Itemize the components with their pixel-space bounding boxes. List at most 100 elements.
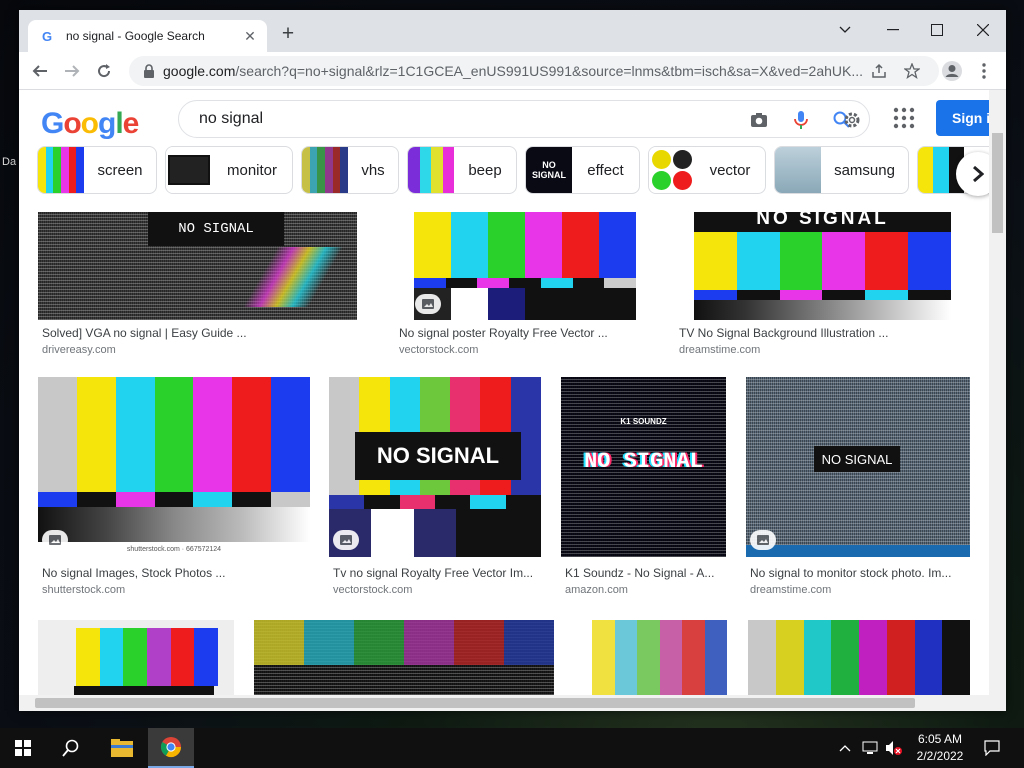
- result-card[interactable]: K1 SOUNDZ NO SIGNAL K1 Soundz - No Signa…: [561, 377, 726, 602]
- image-text: NO SIGNAL: [148, 212, 284, 246]
- chip-label: beep: [468, 161, 502, 179]
- chip-label: effect: [587, 161, 624, 179]
- windows-icon[interactable]: [0, 728, 46, 768]
- back-icon[interactable]: [28, 59, 52, 83]
- image-icon: [42, 530, 68, 550]
- result-image: NO SIGNAL: [329, 377, 541, 557]
- folder-icon[interactable]: [99, 728, 145, 768]
- chip-beep[interactable]: beep: [407, 146, 517, 194]
- scroll-thumb[interactable]: [992, 133, 1003, 233]
- result-source: vectorstock.com: [399, 344, 479, 356]
- tab-title: no signal - Google Search: [66, 29, 205, 43]
- image-text: NO SIGNAL: [355, 432, 521, 480]
- chip-label: monitor: [226, 161, 278, 179]
- taskbar: 6:05 AM 2/2/2022: [0, 728, 1024, 768]
- result-caption: No signal poster Royalty Free Vector ...: [399, 326, 608, 340]
- scroll-thumb[interactable]: [35, 698, 915, 708]
- clock[interactable]: 6:05 AM 2/2/2022: [910, 731, 970, 765]
- result-source: shutterstock.com: [42, 584, 126, 596]
- result-card[interactable]: [254, 620, 554, 695]
- chip-label: vector: [709, 161, 751, 179]
- result-image: [254, 620, 554, 695]
- menu-icon[interactable]: [972, 59, 996, 83]
- reload-icon[interactable]: [92, 59, 116, 83]
- result-card[interactable]: NO SIGNAL Solved] VGA no signal | Easy G…: [38, 212, 373, 362]
- chevron-up-icon[interactable]: [830, 728, 860, 768]
- chip-thumb: [775, 147, 821, 193]
- result-card[interactable]: [572, 620, 729, 695]
- chip-screen[interactable]: screen: [37, 146, 157, 194]
- result-card[interactable]: shutterstock.com · 667572124 No signal I…: [38, 377, 310, 602]
- apps-icon[interactable]: [892, 106, 916, 130]
- chip-thumb: [166, 147, 212, 193]
- result-source: dreamstime.com: [679, 344, 761, 356]
- chip-effect[interactable]: NO SIGNAL effect: [525, 146, 640, 194]
- tab-active[interactable]: G no signal - Google Search ✕: [28, 20, 267, 52]
- image-text: NO SIGNAL: [584, 449, 703, 474]
- address-bar[interactable]: google.com/search?q=no+signal&rlz=1C1GCE…: [129, 56, 939, 86]
- notification-icon[interactable]: [974, 728, 1010, 768]
- camera-icon[interactable]: [749, 110, 769, 130]
- result-card[interactable]: [748, 620, 970, 695]
- plus-icon[interactable]: +: [277, 23, 299, 46]
- lock-icon[interactable]: [141, 63, 157, 79]
- desktop-icon-label[interactable]: Da: [2, 156, 16, 168]
- chip-thumb: [649, 147, 695, 193]
- result-image: NO SIGNAL: [746, 377, 970, 557]
- result-image: shutterstock.com · 667572124: [38, 377, 310, 557]
- browser-window: G no signal - Google Search ✕ + google.c…: [19, 10, 1006, 711]
- profile-icon[interactable]: [940, 59, 964, 83]
- search-results-page: Google Sign in screen monitor vhs: [19, 90, 1006, 695]
- date: 2/2/2022: [916, 749, 964, 763]
- result-caption: No signal Images, Stock Photos ...: [42, 566, 226, 580]
- forward-icon[interactable]: [60, 59, 84, 83]
- result-image: NO SIGNAL: [38, 212, 357, 320]
- volume-muted-icon[interactable]: [882, 728, 906, 768]
- window-close-icon[interactable]: [970, 18, 996, 42]
- maximize-icon[interactable]: [924, 18, 950, 42]
- vertical-scrollbar[interactable]: [989, 90, 1006, 695]
- star-icon[interactable]: [904, 63, 920, 79]
- chip-vector[interactable]: vector: [648, 146, 766, 194]
- image-icon: [415, 294, 441, 314]
- result-caption: Tv no signal Royalty Free Vector Im...: [333, 566, 534, 580]
- result-image: [748, 620, 970, 695]
- chrome-icon[interactable]: [148, 728, 194, 768]
- minimize-icon[interactable]: [880, 18, 906, 42]
- mic-icon[interactable]: [791, 110, 811, 130]
- url-path: /search?q=no+signal&rlz=1C1GCEA_enUS991U…: [235, 63, 863, 79]
- close-icon[interactable]: ✕: [241, 28, 259, 45]
- search-taskbar-icon[interactable]: [48, 728, 94, 768]
- image-subtext: K1 SOUNDZ: [620, 417, 667, 426]
- share-icon[interactable]: [871, 63, 887, 79]
- image-icon: [333, 530, 359, 550]
- result-source: vectorstock.com: [333, 584, 413, 596]
- result-image: [572, 620, 729, 695]
- search-input[interactable]: [199, 110, 719, 128]
- google-logo[interactable]: Google: [41, 107, 139, 141]
- image-text: NO SIGNAL: [814, 446, 900, 472]
- tab-strip: G no signal - Google Search ✕ +: [19, 10, 1006, 52]
- result-caption: Solved] VGA no signal | Easy Guide ...: [42, 326, 247, 340]
- result-image: K1 SOUNDZ NO SIGNAL: [561, 377, 726, 557]
- result-card[interactable]: No signal poster Royalty Free Vector ...…: [395, 212, 665, 362]
- horizontal-scrollbar[interactable]: [19, 695, 1006, 711]
- result-card[interactable]: NO SIGNAL TV No Signal Background Illust…: [675, 212, 970, 362]
- result-card[interactable]: NO SIGNAL Tv no signal Royalty Free Vect…: [329, 377, 541, 602]
- result-card[interactable]: NO SIGNAL No signal to monitor stock pho…: [746, 377, 970, 602]
- chevron-down-icon[interactable]: [832, 18, 858, 42]
- result-card[interactable]: [38, 620, 234, 695]
- image-watermark: shutterstock.com · 667572124: [38, 543, 310, 557]
- chip-label: samsung: [834, 161, 895, 179]
- result-source: amazon.com: [565, 584, 628, 596]
- result-caption: No signal to monitor stock photo. Im...: [750, 566, 952, 580]
- settings-icon[interactable]: [842, 110, 862, 130]
- chip-monitor[interactable]: monitor: [165, 146, 293, 194]
- svg-text:G: G: [42, 29, 52, 44]
- image-text: NO SIGNAL: [756, 212, 889, 229]
- result-caption: K1 Soundz - No Signal - A...: [565, 566, 715, 580]
- chip-samsung[interactable]: samsung: [774, 146, 909, 194]
- chip-vhs[interactable]: vhs: [301, 146, 399, 194]
- network-icon[interactable]: [858, 728, 882, 768]
- image-icon: [750, 530, 776, 550]
